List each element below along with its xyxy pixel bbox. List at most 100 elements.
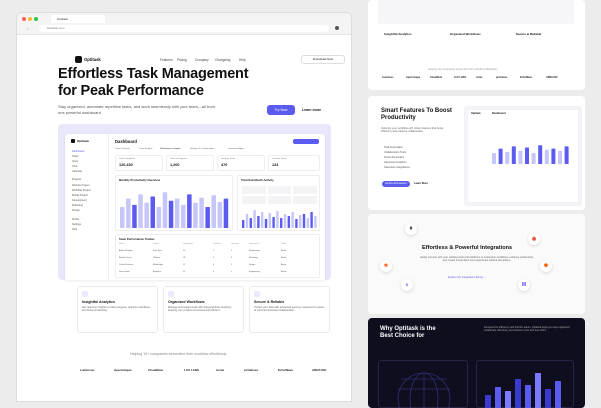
company-logo: Apertonique xyxy=(406,76,421,79)
chart-bar xyxy=(205,207,210,228)
table-row[interactable]: Belinda Cross Website 18 4 0 Marketing Active xyxy=(119,257,317,263)
table-row[interactable]: Carlos Freeman Mobile App 12 6 2 Design Away xyxy=(119,264,317,270)
stat-value: 470 xyxy=(221,163,228,167)
table-cell: Completed xyxy=(183,243,193,245)
activity-bar-chart xyxy=(242,210,317,228)
chart-bar xyxy=(302,214,306,228)
explore-features-button[interactable]: Explore All Features xyxy=(382,181,410,187)
feature-title: Organized Workflows xyxy=(168,300,205,304)
filter-tab[interactable]: Tasks & Entries xyxy=(115,148,130,150)
chart-bar xyxy=(492,153,496,164)
browser-tab[interactable]: Optitask xyxy=(51,15,105,23)
filter-tab[interactable]: Performance Insights xyxy=(160,148,181,150)
smart-dashboard-preview: Optitask Dashboard xyxy=(464,106,582,206)
table-cell: Active xyxy=(281,250,287,252)
nav-link-changelog[interactable]: Changelog xyxy=(215,58,230,62)
why-desc: Designed for efficiency and built for te… xyxy=(484,326,571,333)
company-logo: CloudNote xyxy=(148,368,164,372)
nav-link-features[interactable]: Features xyxy=(160,58,173,62)
stat-card: Total Completed 120,430 xyxy=(115,155,163,171)
stat-value: 120,430 xyxy=(119,163,133,167)
minimize-dot-icon[interactable] xyxy=(28,17,32,21)
sidebar-item-inbox[interactable]: Inbox xyxy=(72,160,78,163)
sidebar-item-marketing[interactable]: Marketing xyxy=(72,204,83,207)
table-cell: Dana Fields xyxy=(119,271,130,273)
chart-bar xyxy=(132,204,137,228)
table-cell: Data Sync xyxy=(153,250,163,252)
dash-action-button[interactable] xyxy=(293,139,319,144)
chart-bar xyxy=(498,148,503,164)
dashboard-preview: Optitask Dashboard Tasks Inbox Chat Cale… xyxy=(58,124,331,280)
table-cell: 1 xyxy=(231,250,233,252)
sidebar-item-help[interactable]: Help xyxy=(72,228,77,231)
nav-link-pricing[interactable]: Pricing xyxy=(177,58,187,62)
sidebar-item-tasks[interactable]: Tasks xyxy=(72,155,78,158)
address-bar[interactable]: Optitask.com xyxy=(39,25,329,32)
try-now-button[interactable]: Try Now xyxy=(267,105,295,115)
table-cell: Project xyxy=(153,243,160,245)
filter-tab[interactable]: Connected Apps xyxy=(228,148,244,150)
download-now-button[interactable]: Download Now xyxy=(301,55,345,64)
table-row[interactable]: Adrian Brighton Data Sync 20 2 1 Engineering A… xyxy=(119,250,317,256)
integrations-library-link[interactable]: Explore the integrations library → xyxy=(448,276,486,279)
brand-name[interactable]: Optitask xyxy=(84,57,101,62)
dashboard-panel: Optitask Dashboard Tasks Inbox Chat Cale… xyxy=(65,134,325,280)
smart-list-item: Smart Reminders xyxy=(384,156,405,159)
table-row[interactable]: Dana Fields Analytics 15 3 1 Engineering Activ… xyxy=(119,271,317,277)
chart-bar xyxy=(168,200,174,228)
table-cell: 4 xyxy=(213,257,215,259)
chart-bar xyxy=(518,150,523,164)
integrations-desc: Easily connect with your existing tools … xyxy=(420,256,534,263)
chart-bar xyxy=(242,220,245,228)
sidebar-item-mobile[interactable]: Mobile Project xyxy=(72,194,88,197)
chart-bar xyxy=(150,196,155,228)
mini-brand: Optitask xyxy=(471,112,481,115)
feature-card-analytics: Insightful Analytics Get real-time insig… xyxy=(77,286,158,333)
filter-tab[interactable]: Team Insights xyxy=(139,148,153,150)
nav-link-company[interactable]: Company xyxy=(195,58,209,62)
company-logo: Acme xyxy=(476,76,483,79)
sidebar-item-projects[interactable]: Projects xyxy=(72,178,81,181)
slack-icon: # xyxy=(405,223,417,235)
table-cell: Active xyxy=(281,257,287,259)
why-bar-chart xyxy=(485,373,561,408)
sidebar-item-settings[interactable]: Settings xyxy=(72,223,81,226)
browser-chrome: Optitask ‹ Optitask.com xyxy=(17,13,351,35)
sidebar-item-development[interactable]: Development xyxy=(72,199,87,202)
learn-more-link[interactable]: Learn more xyxy=(302,108,321,112)
table-cell: Status xyxy=(281,243,287,245)
stat-label: Pending Tasks xyxy=(221,158,236,160)
mini-dashboard: Optitask Dashboard xyxy=(468,110,578,202)
hero-subtitle: Stay organized, automate repetitive task… xyxy=(58,104,215,115)
trusted-text: Helping 10+ companies streamline their w… xyxy=(130,352,228,356)
chart-bar xyxy=(156,207,162,228)
sidebar-item-calendar[interactable]: Calendar xyxy=(72,170,82,173)
sidebar-item-design[interactable]: Design xyxy=(72,209,80,212)
table-cell: Belinda Cross xyxy=(119,257,132,259)
mini-stat xyxy=(293,196,317,204)
table-cell: Overdue xyxy=(231,243,239,245)
filter-tab[interactable]: Settings & Customization xyxy=(190,148,214,150)
sidebar-item-dashboard[interactable]: Dashboard xyxy=(72,150,84,153)
sidebar-item-website[interactable]: Website Project xyxy=(72,184,89,187)
sidebar-item-workflow[interactable]: Workflow Project xyxy=(72,189,91,192)
productivity-bar-chart xyxy=(120,192,229,228)
chart-bar xyxy=(538,145,543,164)
company-logo: LUX LABS xyxy=(454,76,466,79)
globe-graphic xyxy=(397,372,451,408)
feature-title: Insightful Analytics xyxy=(82,300,116,304)
close-dot-icon[interactable] xyxy=(22,17,26,21)
sidebar-item-chat[interactable]: Chat xyxy=(72,165,77,168)
maximize-dot-icon[interactable] xyxy=(34,17,38,21)
site-nav: Optitask Features Pricing Company Change… xyxy=(17,35,351,64)
table-cell: Ongoing xyxy=(213,243,221,245)
smart-learn-more-link[interactable]: Learn More xyxy=(414,182,428,185)
chart-bar xyxy=(511,146,516,164)
chart-bar xyxy=(544,149,549,164)
nav-link-help[interactable]: Help xyxy=(239,58,246,62)
chart-bar xyxy=(217,201,223,228)
chart-bar xyxy=(280,218,283,228)
profile-icon[interactable] xyxy=(335,26,339,30)
back-arrow-icon[interactable]: ‹ xyxy=(27,26,28,31)
sidebar-item-profile[interactable]: Profile xyxy=(72,218,79,221)
